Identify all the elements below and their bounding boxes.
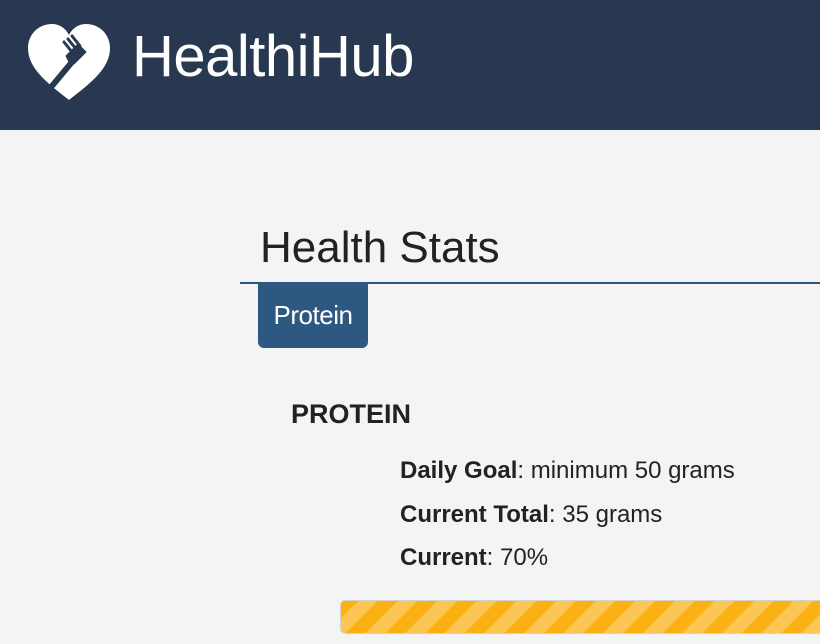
daily-goal-value: minimum 50 grams (530, 457, 735, 484)
current-percent-row: Current: 70% (400, 543, 548, 573)
current-total-separator: : (548, 501, 556, 528)
brand-name[interactable]: HealthiHub (132, 22, 414, 92)
daily-goal-row: Daily Goal: minimum 50 grams (400, 456, 735, 486)
daily-goal-separator: : (517, 457, 525, 484)
tab-protein[interactable]: Protein (258, 283, 368, 348)
heart-fork-icon[interactable] (26, 22, 112, 102)
top-navbar: HealthiHub (0, 0, 820, 130)
current-percent-separator: : (486, 544, 494, 571)
current-percent-label: Current (400, 544, 487, 571)
current-total-row: Current Total: 35 grams (400, 500, 662, 530)
stat-heading: PROTEIN (291, 399, 412, 429)
protein-progress-bar (340, 600, 820, 634)
page-title: Health Stats (260, 223, 500, 272)
protein-progress-fill (341, 601, 820, 633)
current-percent-value: 70% (500, 544, 549, 571)
current-total-label: Current Total (400, 501, 549, 528)
current-total-value: 35 grams (562, 501, 663, 528)
daily-goal-label: Daily Goal (400, 457, 518, 484)
